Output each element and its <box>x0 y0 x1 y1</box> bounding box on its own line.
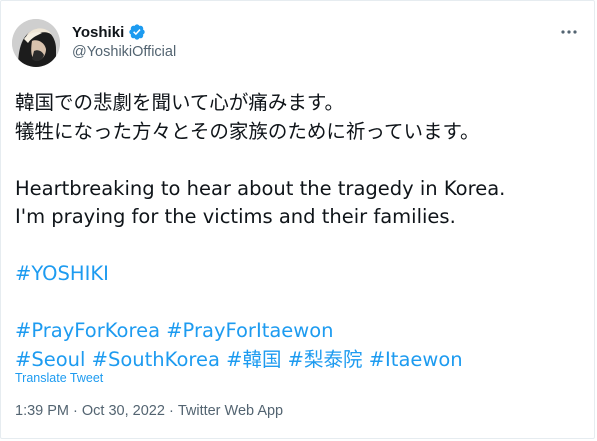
hashtag-prayforitaewon[interactable]: #PrayForItaewon <box>166 319 333 342</box>
line-break <box>15 232 590 261</box>
tweet-source[interactable]: Twitter Web App <box>178 403 283 419</box>
hashtag-itaewon[interactable]: #Itaewon <box>369 348 463 371</box>
tweet-header: Yoshiki @YoshikiOfficial <box>12 19 584 67</box>
hashtag-line-3: #Seoul #SouthKorea #韓国 #梨泰院 #Itaewon <box>15 346 590 375</box>
user-handle[interactable]: @YoshikiOfficial <box>72 44 176 60</box>
tweet-line-jp-2: 犠牲になった方々とその家族のために祈っています。 <box>15 119 480 143</box>
verified-badge-icon <box>128 23 146 41</box>
tweet-line-en-1: Heartbreaking to hear about the tragedy … <box>15 176 506 200</box>
meta-separator: · <box>164 403 178 419</box>
hashtag-korea-jp[interactable]: #韓国 <box>226 348 281 371</box>
line-break <box>15 146 590 175</box>
hashtag-prayforkorea[interactable]: #PrayForKorea <box>15 319 160 342</box>
avatar-image <box>12 19 60 67</box>
avatar[interactable] <box>12 19 60 67</box>
hashtag-yoshiki[interactable]: #YOSHIKI <box>15 262 109 285</box>
display-name[interactable]: Yoshiki <box>72 24 124 41</box>
tweet-line-jp-1: 韓国での悲劇を聞いて心が痛みます。 <box>15 91 344 114</box>
translate-tweet-link[interactable]: Translate Tweet <box>15 371 103 385</box>
meta-separator: · <box>69 403 82 419</box>
tweet-line-en-2: I'm praying for the victims and their fa… <box>15 205 456 228</box>
line-break <box>15 289 590 318</box>
tweet-date[interactable]: Oct 30, 2022 <box>82 403 165 419</box>
hashtag-itaewon-jp[interactable]: #梨泰院 <box>288 348 363 371</box>
display-name-row: Yoshiki <box>72 22 176 42</box>
hashtag-line-1: #YOSHIKI <box>15 260 590 289</box>
user-names: Yoshiki @YoshikiOfficial <box>72 22 176 61</box>
hashtag-southkorea[interactable]: #SouthKorea <box>92 348 220 371</box>
hashtag-line-2: #PrayForKorea #PrayForItaewon <box>15 317 590 346</box>
tweet-card: Yoshiki @YoshikiOfficial 韓国での悲劇を聞いて心が痛みま… <box>0 0 595 439</box>
more-options-icon[interactable] <box>558 21 580 43</box>
tweet-time[interactable]: 1:39 PM <box>15 403 69 419</box>
hashtag-seoul[interactable]: #Seoul <box>15 348 85 371</box>
tweet-metadata: 1:39 PM · Oct 30, 2022 · Twitter Web App <box>15 403 283 419</box>
tweet-text: 韓国での悲劇を聞いて心が痛みます。 犠牲になった方々とその家族のために祈っていま… <box>15 89 590 374</box>
